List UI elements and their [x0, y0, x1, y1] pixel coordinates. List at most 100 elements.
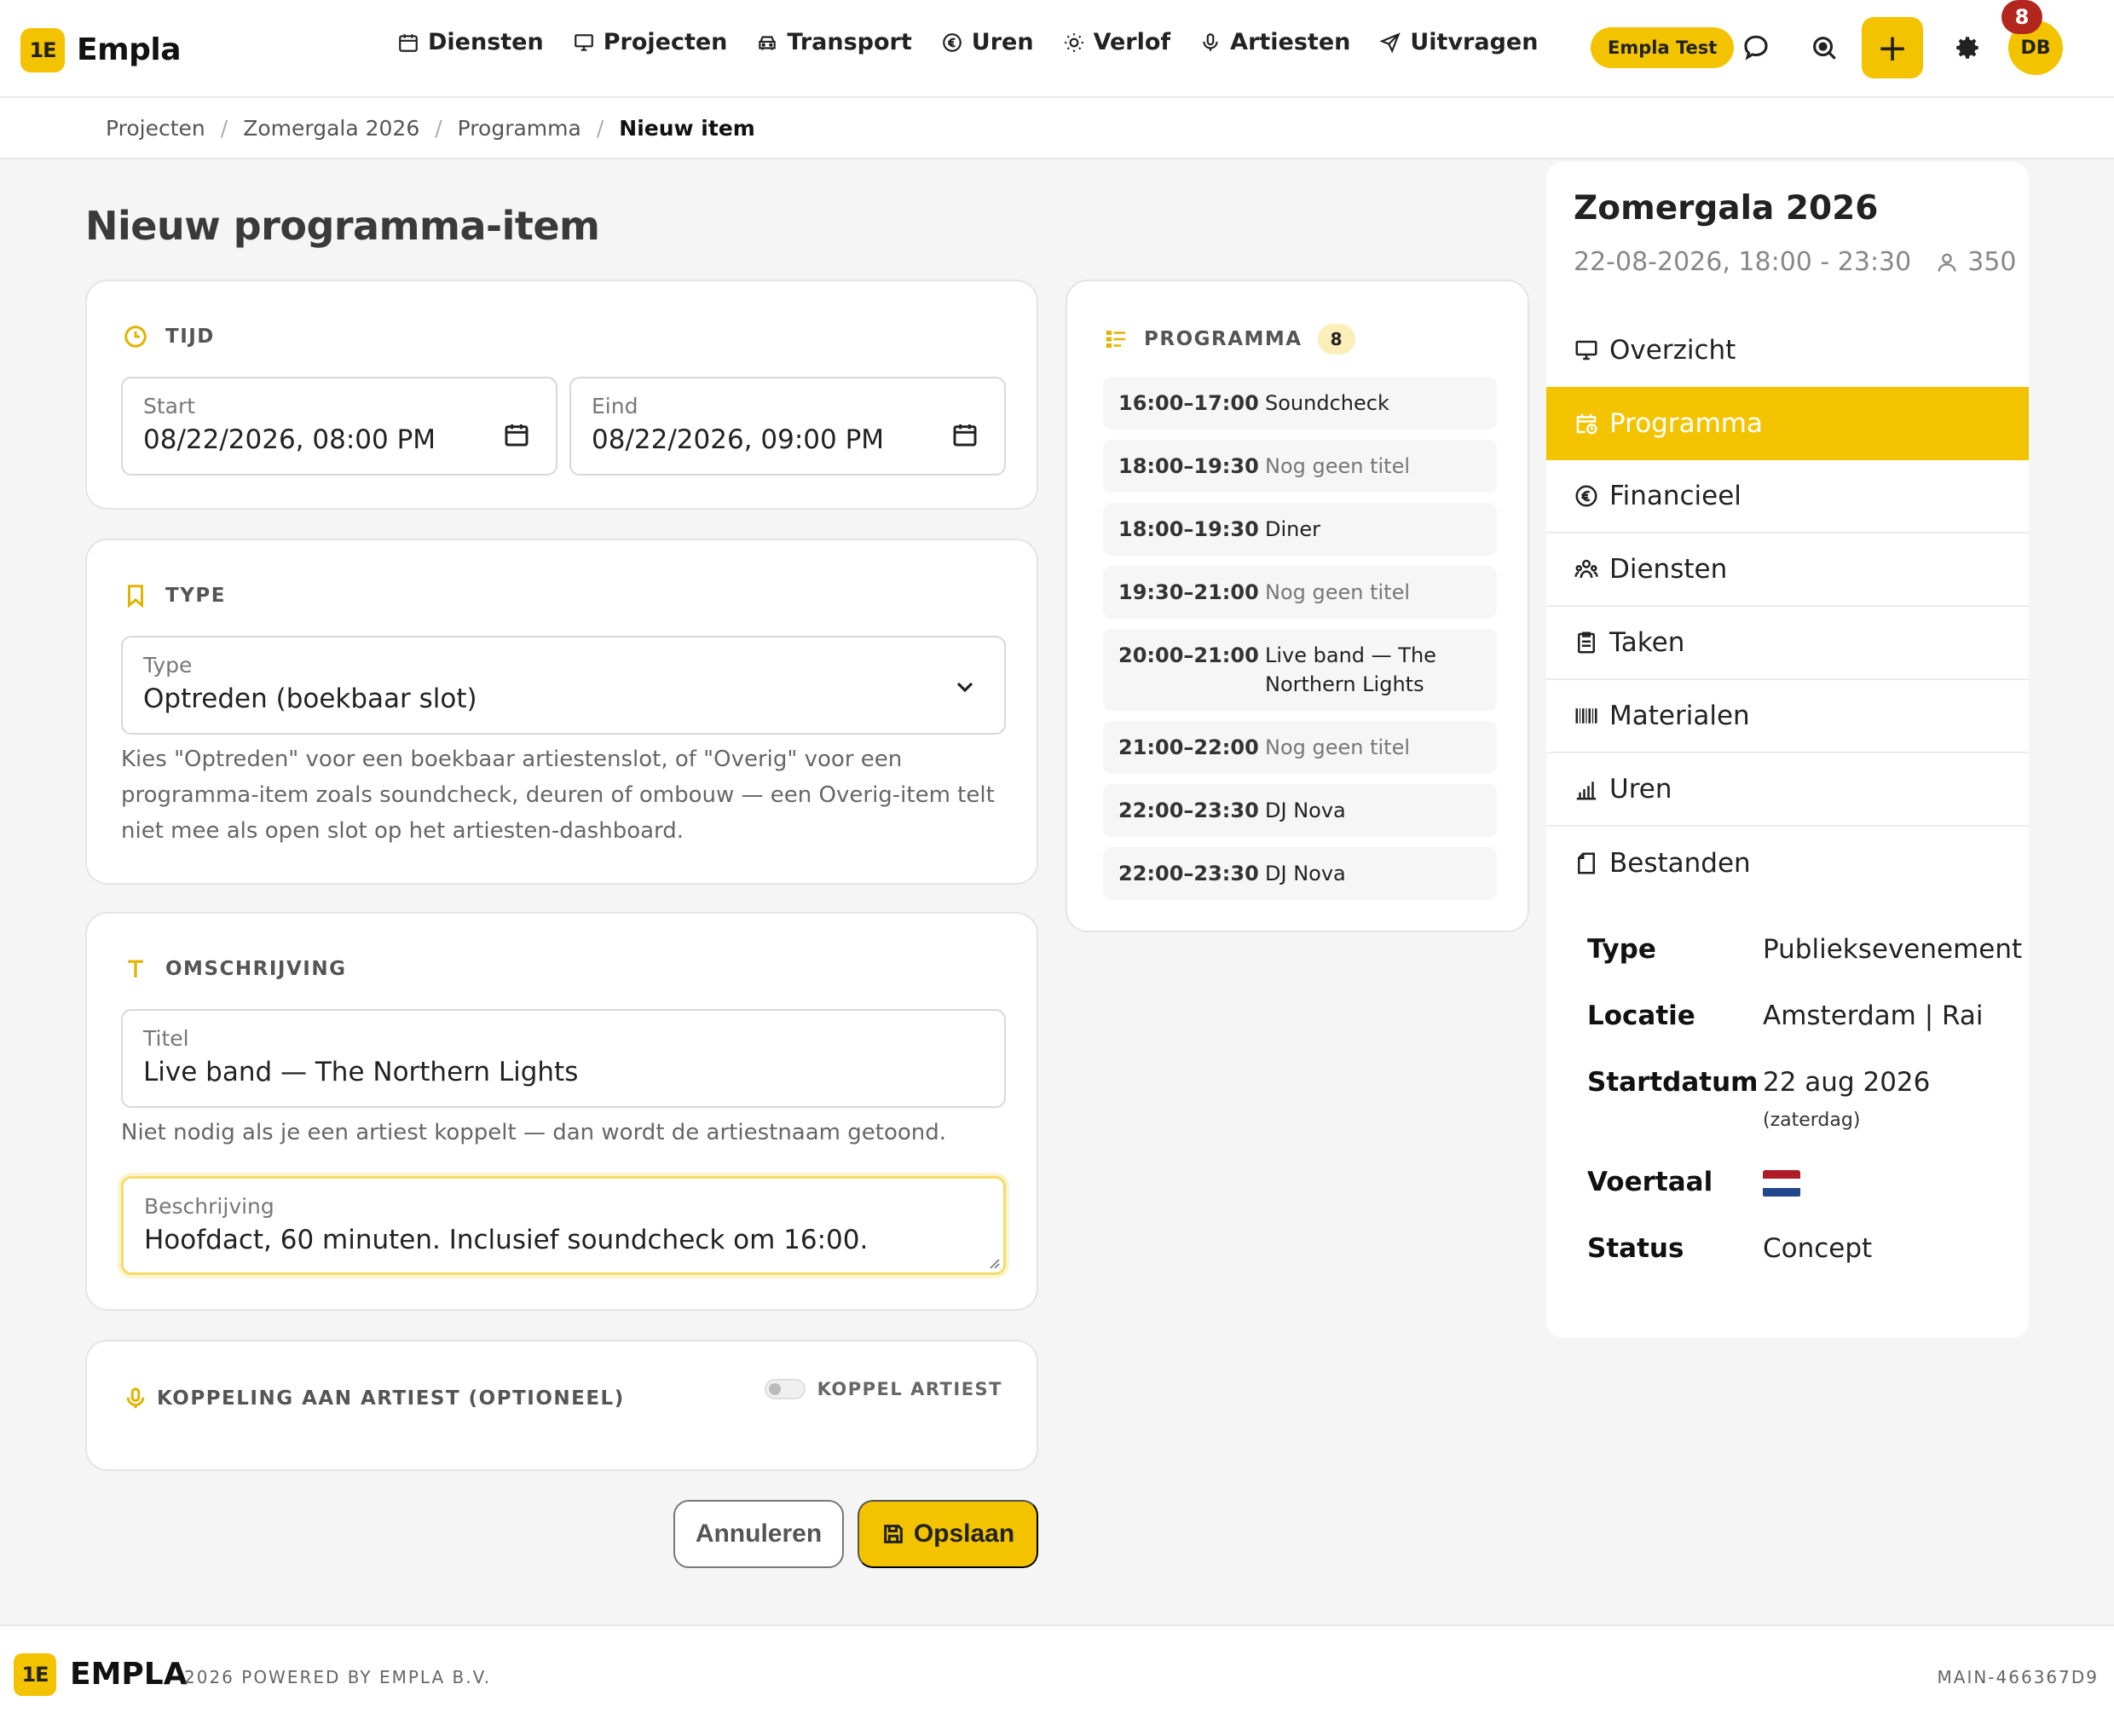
resize-handle-icon[interactable] — [986, 1255, 1000, 1269]
end-label: Eind — [592, 394, 638, 418]
programma-item-name: DJ Nova — [1265, 862, 1346, 885]
project-subtitle: 22-08-2026, 18:00 - 23:30 350 — [1574, 247, 2017, 277]
nav-transport[interactable]: Transport — [756, 29, 912, 55]
nav-verlof[interactable]: Verlof — [1063, 29, 1171, 55]
meta-value: Concept — [1763, 1233, 1873, 1264]
title-help-text: Niet nodig als je een artiest koppelt — … — [121, 1120, 947, 1145]
nav-label: Uren — [971, 29, 1034, 55]
sidebar-item-uren[interactable]: Uren — [1546, 753, 2029, 827]
footer-version: MAIN-466367D9 — [1937, 1667, 2099, 1687]
breadcrumb-projecten[interactable]: Projecten — [106, 116, 205, 141]
euro-icon — [942, 32, 962, 52]
nav-artiesten[interactable]: Artiesten — [1199, 29, 1350, 55]
gear-icon[interactable] — [1949, 29, 1986, 66]
programma-item-name: Nog geen titel — [1265, 580, 1411, 604]
project-guests: 350 — [1967, 247, 2017, 277]
programma-item[interactable]: 19:30–21:00 Nog geen titel — [1103, 566, 1497, 619]
nav-uitvragen[interactable]: Uitvragen — [1379, 29, 1538, 55]
programma-item-time: 22:00–23:30 — [1118, 862, 1259, 885]
programma-item-name: Soundcheck — [1265, 391, 1389, 415]
nav-label: Uitvragen — [1410, 29, 1539, 55]
nav-diensten[interactable]: Diensten — [397, 29, 544, 55]
save-label: Opslaan — [913, 1520, 1015, 1548]
meta-key: Type — [1587, 934, 1656, 965]
programma-item[interactable]: 20:00–21:00 Live band — The Northern Lig… — [1103, 629, 1497, 711]
nav-projecten[interactable]: Projecten — [573, 29, 727, 55]
programma-item[interactable]: 16:00–17:00 Soundcheck — [1103, 377, 1497, 430]
breadcrumb-separator: / — [220, 115, 228, 141]
tijd-card: TIJD Start 08/22/2026, 08:00 PM Eind 08/… — [85, 280, 1038, 510]
title-input[interactable]: Titel Live band — The Northern Lights — [121, 1009, 1006, 1108]
sidebar-item-materialen[interactable]: Materialen — [1546, 680, 2029, 753]
file-icon — [1578, 852, 1595, 874]
breadcrumb-project[interactable]: Zomergala 2026 — [243, 116, 419, 141]
send-icon — [1379, 32, 1401, 54]
breadcrumb: Projecten / Zomergala 2026 / Programma /… — [0, 98, 2114, 159]
programma-item-time: 20:00–21:00 — [1118, 643, 1259, 667]
sidebar-item-label: Overzicht — [1609, 335, 1736, 366]
meta-key: Startdatum — [1587, 1067, 1759, 1098]
type-select[interactable]: Type Optreden (boekbaar slot) — [121, 636, 1006, 735]
sidebar-item-financieel[interactable]: Financieel — [1546, 460, 2029, 533]
koppel-artiest-toggle[interactable] — [764, 1379, 806, 1399]
programma-item-time: 22:00–23:30 — [1118, 799, 1259, 822]
environment-badge[interactable]: Empla Test — [1591, 27, 1735, 68]
koppeling-heading: KOPPELING AAN ARTIEST (OPTIONEEL) — [123, 1386, 625, 1411]
top-navbar: 1E Empla Diensten Projecten Transport Ur… — [0, 0, 2114, 98]
meta-value: Publieksevenement — [1763, 934, 2023, 965]
programma-item-name: Diner — [1265, 517, 1320, 541]
add-button[interactable]: + — [1862, 17, 1923, 78]
car-icon — [759, 35, 777, 50]
programma-heading: PROGRAMMA 8 — [1103, 324, 1355, 355]
sidebar-item-overzicht[interactable]: Overzicht — [1546, 314, 2029, 387]
calendar-icon[interactable] — [951, 421, 979, 448]
sidebar-item-diensten[interactable]: Diensten — [1546, 533, 2029, 607]
meta-value: 22 aug 2026 (zaterdag) — [1763, 1067, 1930, 1131]
type-value: Optreden (boekbaar slot) — [143, 683, 477, 714]
project-datetime: 22-08-2026, 18:00 - 23:30 — [1574, 247, 1912, 277]
notification-badge[interactable]: 8 — [2001, 0, 2042, 34]
microphone-icon — [126, 1387, 145, 1409]
calendar-icon — [399, 33, 418, 52]
programma-item-time: 19:30–21:00 — [1118, 580, 1259, 604]
brand-name[interactable]: Empla — [77, 32, 182, 67]
meta-voertaal-row: Voertaal — [1587, 1167, 2013, 1197]
cancel-button[interactable]: Annuleren — [673, 1500, 844, 1568]
start-label: Start — [143, 394, 196, 418]
meta-key: Status — [1587, 1233, 1684, 1264]
sidebar-item-label: Taken — [1609, 627, 1685, 658]
programma-item[interactable]: 22:00–23:30 DJ Nova — [1103, 784, 1497, 837]
tijd-heading: TIJD — [123, 324, 215, 349]
programma-item[interactable]: 22:00–23:30 DJ Nova — [1103, 847, 1497, 900]
programma-item-name: DJ Nova — [1265, 799, 1346, 822]
start-datetime-input[interactable]: Start 08/22/2026, 08:00 PM — [121, 377, 557, 476]
programma-item-name: Nog geen titel — [1265, 735, 1411, 759]
meta-key: Voertaal — [1587, 1167, 1713, 1197]
programma-item[interactable]: 21:00–22:00 Nog geen titel — [1103, 721, 1497, 774]
search-icon[interactable] — [1805, 29, 1843, 66]
meta-locatie-row: Locatie Amsterdam | Rai — [1587, 1001, 2013, 1031]
save-button[interactable]: Opslaan — [858, 1500, 1038, 1568]
empla-logo[interactable]: 1E — [20, 28, 65, 72]
sidebar-item-bestanden[interactable]: Bestanden — [1546, 827, 2029, 900]
nav-label: Verlof — [1093, 29, 1171, 55]
sidebar-item-taken[interactable]: Taken — [1546, 607, 2029, 680]
title-label: Titel — [143, 1026, 189, 1051]
nav-uren[interactable]: Uren — [941, 29, 1034, 55]
end-datetime-input[interactable]: Eind 08/22/2026, 09:00 PM — [569, 377, 1006, 476]
breadcrumb-programma[interactable]: Programma — [458, 116, 581, 141]
project-meta: Type Publieksevenement Locatie Amsterdam… — [1587, 934, 2022, 1300]
project-sidebar: Zomergala 2026 22-08-2026, 18:00 - 23:30… — [1546, 162, 2029, 1338]
programma-item-time: 18:00–19:30 — [1118, 517, 1259, 541]
description-label: Beschrijving — [144, 1194, 274, 1219]
page-title: Nieuw programma-item — [85, 203, 600, 249]
calendar-icon[interactable] — [503, 421, 530, 448]
description-textarea[interactable]: Beschrijving Hoofdact, 60 minuten. Inclu… — [121, 1176, 1006, 1275]
chat-icon[interactable] — [1737, 29, 1775, 66]
sidebar-item-programma[interactable]: Programma — [1546, 387, 2029, 460]
programma-item[interactable]: 18:00–19:30 Nog geen titel — [1103, 440, 1497, 493]
programma-item[interactable]: 18:00–19:30 Diner — [1103, 503, 1497, 556]
sidebar-item-label: Bestanden — [1609, 848, 1751, 879]
footer-brand: EMPLA — [70, 1657, 188, 1692]
type-help-text: Kies "Optreden" voor een boekbaar arties… — [121, 747, 995, 844]
